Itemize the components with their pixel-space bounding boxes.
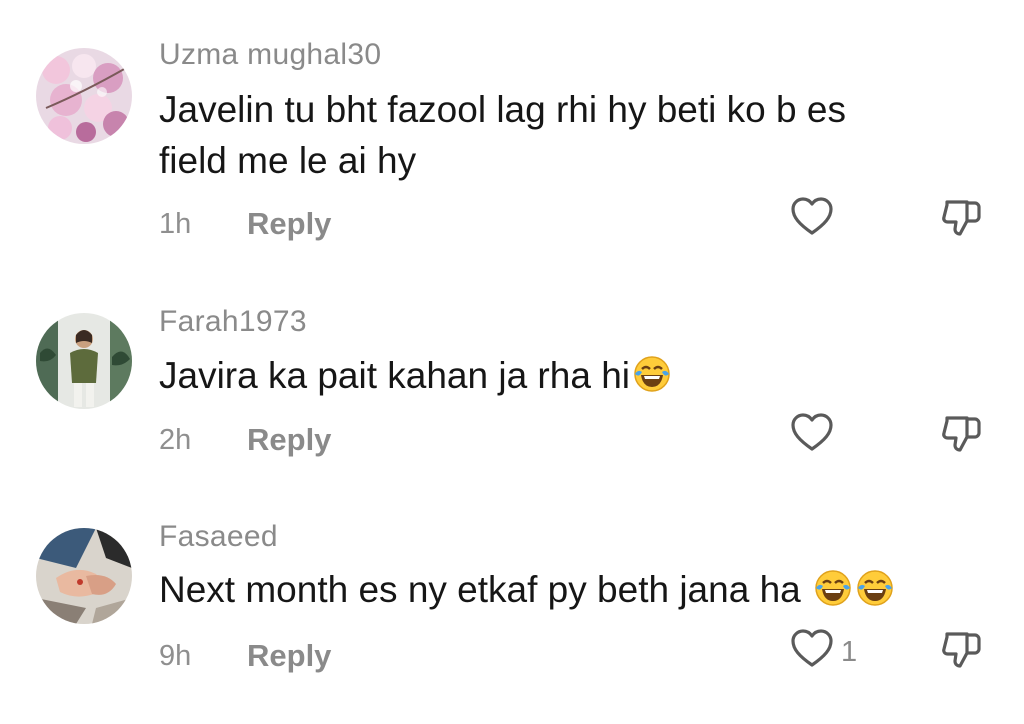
reply-button[interactable]: Reply xyxy=(247,638,331,674)
comment-username[interactable]: Fasaeed xyxy=(159,520,278,554)
comment-timestamp: 9h xyxy=(159,640,192,672)
holding-hands-avatar-icon xyxy=(36,528,132,624)
comment-text: Next month es ny etkaf py beth jana ha xyxy=(159,564,959,621)
thumbs-down-outline-icon[interactable] xyxy=(939,626,985,672)
comment-item: Fasaeed Next month es ny etkaf py beth j… xyxy=(0,0,1024,700)
heart-outline-icon[interactable] xyxy=(789,626,835,672)
face-with-tears-of-joy-icon xyxy=(855,568,895,621)
face-with-tears-of-joy-icon xyxy=(813,568,853,621)
like-count: 1 xyxy=(841,636,858,668)
comment-meta: 9h Reply 1 xyxy=(159,629,1019,680)
avatar[interactable] xyxy=(36,528,132,624)
comment-text-span: Next month es ny etkaf py beth jana ha xyxy=(159,569,811,610)
comment-text-line: Next month es ny etkaf py beth jana ha xyxy=(159,564,959,621)
